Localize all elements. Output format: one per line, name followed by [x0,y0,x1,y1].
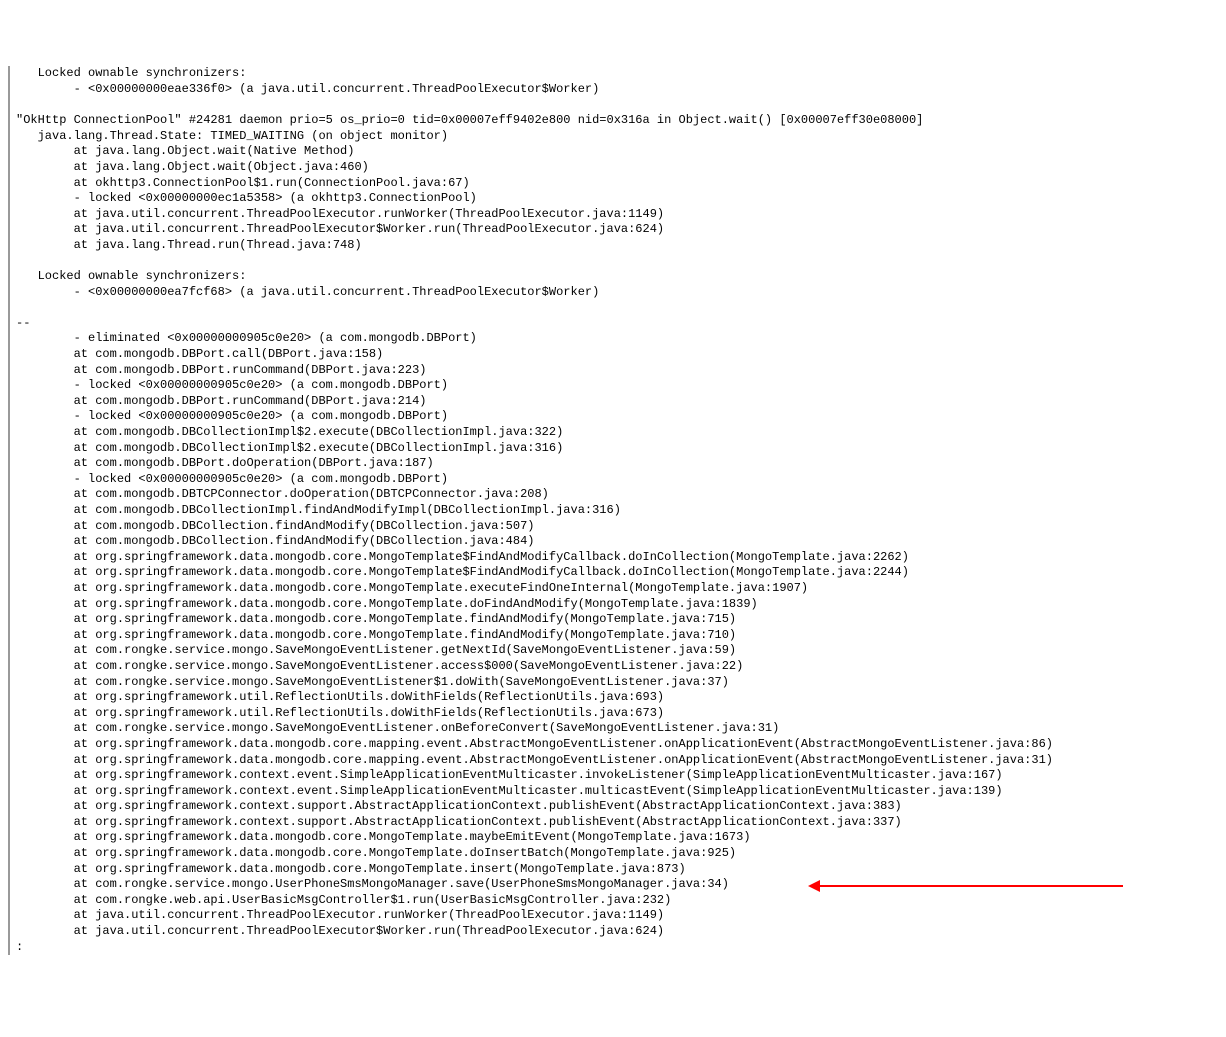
trace-line: at org.springframework.data.mongodb.core… [16,550,1218,566]
trace-line: at com.rongke.service.mongo.SaveMongoEve… [16,675,1218,691]
trace-line: - locked <0x00000000905c0e20> (a com.mon… [16,409,1218,425]
annotation-arrow [818,885,1123,887]
trace-line: - <0x00000000eae336f0> (a java.util.conc… [16,82,1218,98]
trace-line: at java.util.concurrent.ThreadPoolExecut… [16,222,1218,238]
trace-line: at okhttp3.ConnectionPool$1.run(Connecti… [16,176,1218,192]
trace-line: Locked ownable synchronizers: [16,269,1218,285]
trace-line: at com.mongodb.DBCollectionImpl.findAndM… [16,503,1218,519]
stack-trace-output: Locked ownable synchronizers: - <0x00000… [8,66,1218,955]
trace-line: at com.mongodb.DBCollection.findAndModif… [16,534,1218,550]
trace-line: at org.springframework.data.mongodb.core… [16,612,1218,628]
trace-line: at com.mongodb.DBCollectionImpl$2.execut… [16,425,1218,441]
trace-line: at org.springframework.data.mongodb.core… [16,581,1218,597]
trace-line: at com.mongodb.DBPort.doOperation(DBPort… [16,456,1218,472]
trace-line [16,300,1218,316]
trace-line: - eliminated <0x00000000905c0e20> (a com… [16,331,1218,347]
trace-line: at com.rongke.service.mongo.SaveMongoEve… [16,659,1218,675]
trace-line: at org.springframework.context.event.Sim… [16,784,1218,800]
trace-line [16,98,1218,114]
trace-line: -- [16,316,1218,332]
trace-line: at org.springframework.context.event.Sim… [16,768,1218,784]
trace-line: at java.util.concurrent.ThreadPoolExecut… [16,207,1218,223]
trace-line: - locked <0x00000000905c0e20> (a com.mon… [16,378,1218,394]
trace-line: at org.springframework.data.mongodb.core… [16,753,1218,769]
trace-line: at org.springframework.data.mongodb.core… [16,737,1218,753]
trace-line: at com.mongodb.DBTCPConnector.doOperatio… [16,487,1218,503]
trace-line: at com.mongodb.DBPort.runCommand(DBPort.… [16,363,1218,379]
trace-line: at java.util.concurrent.ThreadPoolExecut… [16,924,1218,940]
trace-line: at com.mongodb.DBPort.runCommand(DBPort.… [16,394,1218,410]
trace-line: at java.lang.Object.wait(Native Method) [16,144,1218,160]
trace-line: at org.springframework.data.mongodb.core… [16,597,1218,613]
trace-line: - <0x00000000ea7fcf68> (a java.util.conc… [16,285,1218,301]
trace-line: at java.lang.Thread.run(Thread.java:748) [16,238,1218,254]
trace-line: at com.rongke.web.api.UserBasicMsgContro… [16,893,1218,909]
trace-line: - locked <0x00000000ec1a5358> (a okhttp3… [16,191,1218,207]
trace-line: at org.springframework.util.ReflectionUt… [16,690,1218,706]
trace-line: - locked <0x00000000905c0e20> (a com.mon… [16,472,1218,488]
trace-line: at org.springframework.data.mongodb.core… [16,628,1218,644]
trace-line: at com.rongke.service.mongo.SaveMongoEve… [16,643,1218,659]
trace-line: at com.mongodb.DBCollection.findAndModif… [16,519,1218,535]
trace-line: at org.springframework.util.ReflectionUt… [16,706,1218,722]
trace-line: : [16,940,1218,956]
trace-line: at org.springframework.data.mongodb.core… [16,565,1218,581]
trace-line: at com.mongodb.DBPort.call(DBPort.java:1… [16,347,1218,363]
trace-line: at com.rongke.service.mongo.SaveMongoEve… [16,721,1218,737]
trace-line: at org.springframework.context.support.A… [16,815,1218,831]
trace-line: at org.springframework.data.mongodb.core… [16,862,1218,878]
trace-line: at org.springframework.data.mongodb.core… [16,830,1218,846]
trace-line [16,254,1218,270]
trace-line: at org.springframework.context.support.A… [16,799,1218,815]
trace-line: "OkHttp ConnectionPool" #24281 daemon pr… [16,113,1218,129]
trace-line: at java.lang.Object.wait(Object.java:460… [16,160,1218,176]
trace-line: at java.util.concurrent.ThreadPoolExecut… [16,908,1218,924]
trace-line: at com.mongodb.DBCollectionImpl$2.execut… [16,441,1218,457]
trace-line: java.lang.Thread.State: TIMED_WAITING (o… [16,129,1218,145]
trace-line: at org.springframework.data.mongodb.core… [16,846,1218,862]
trace-line: Locked ownable synchronizers: [16,66,1218,82]
